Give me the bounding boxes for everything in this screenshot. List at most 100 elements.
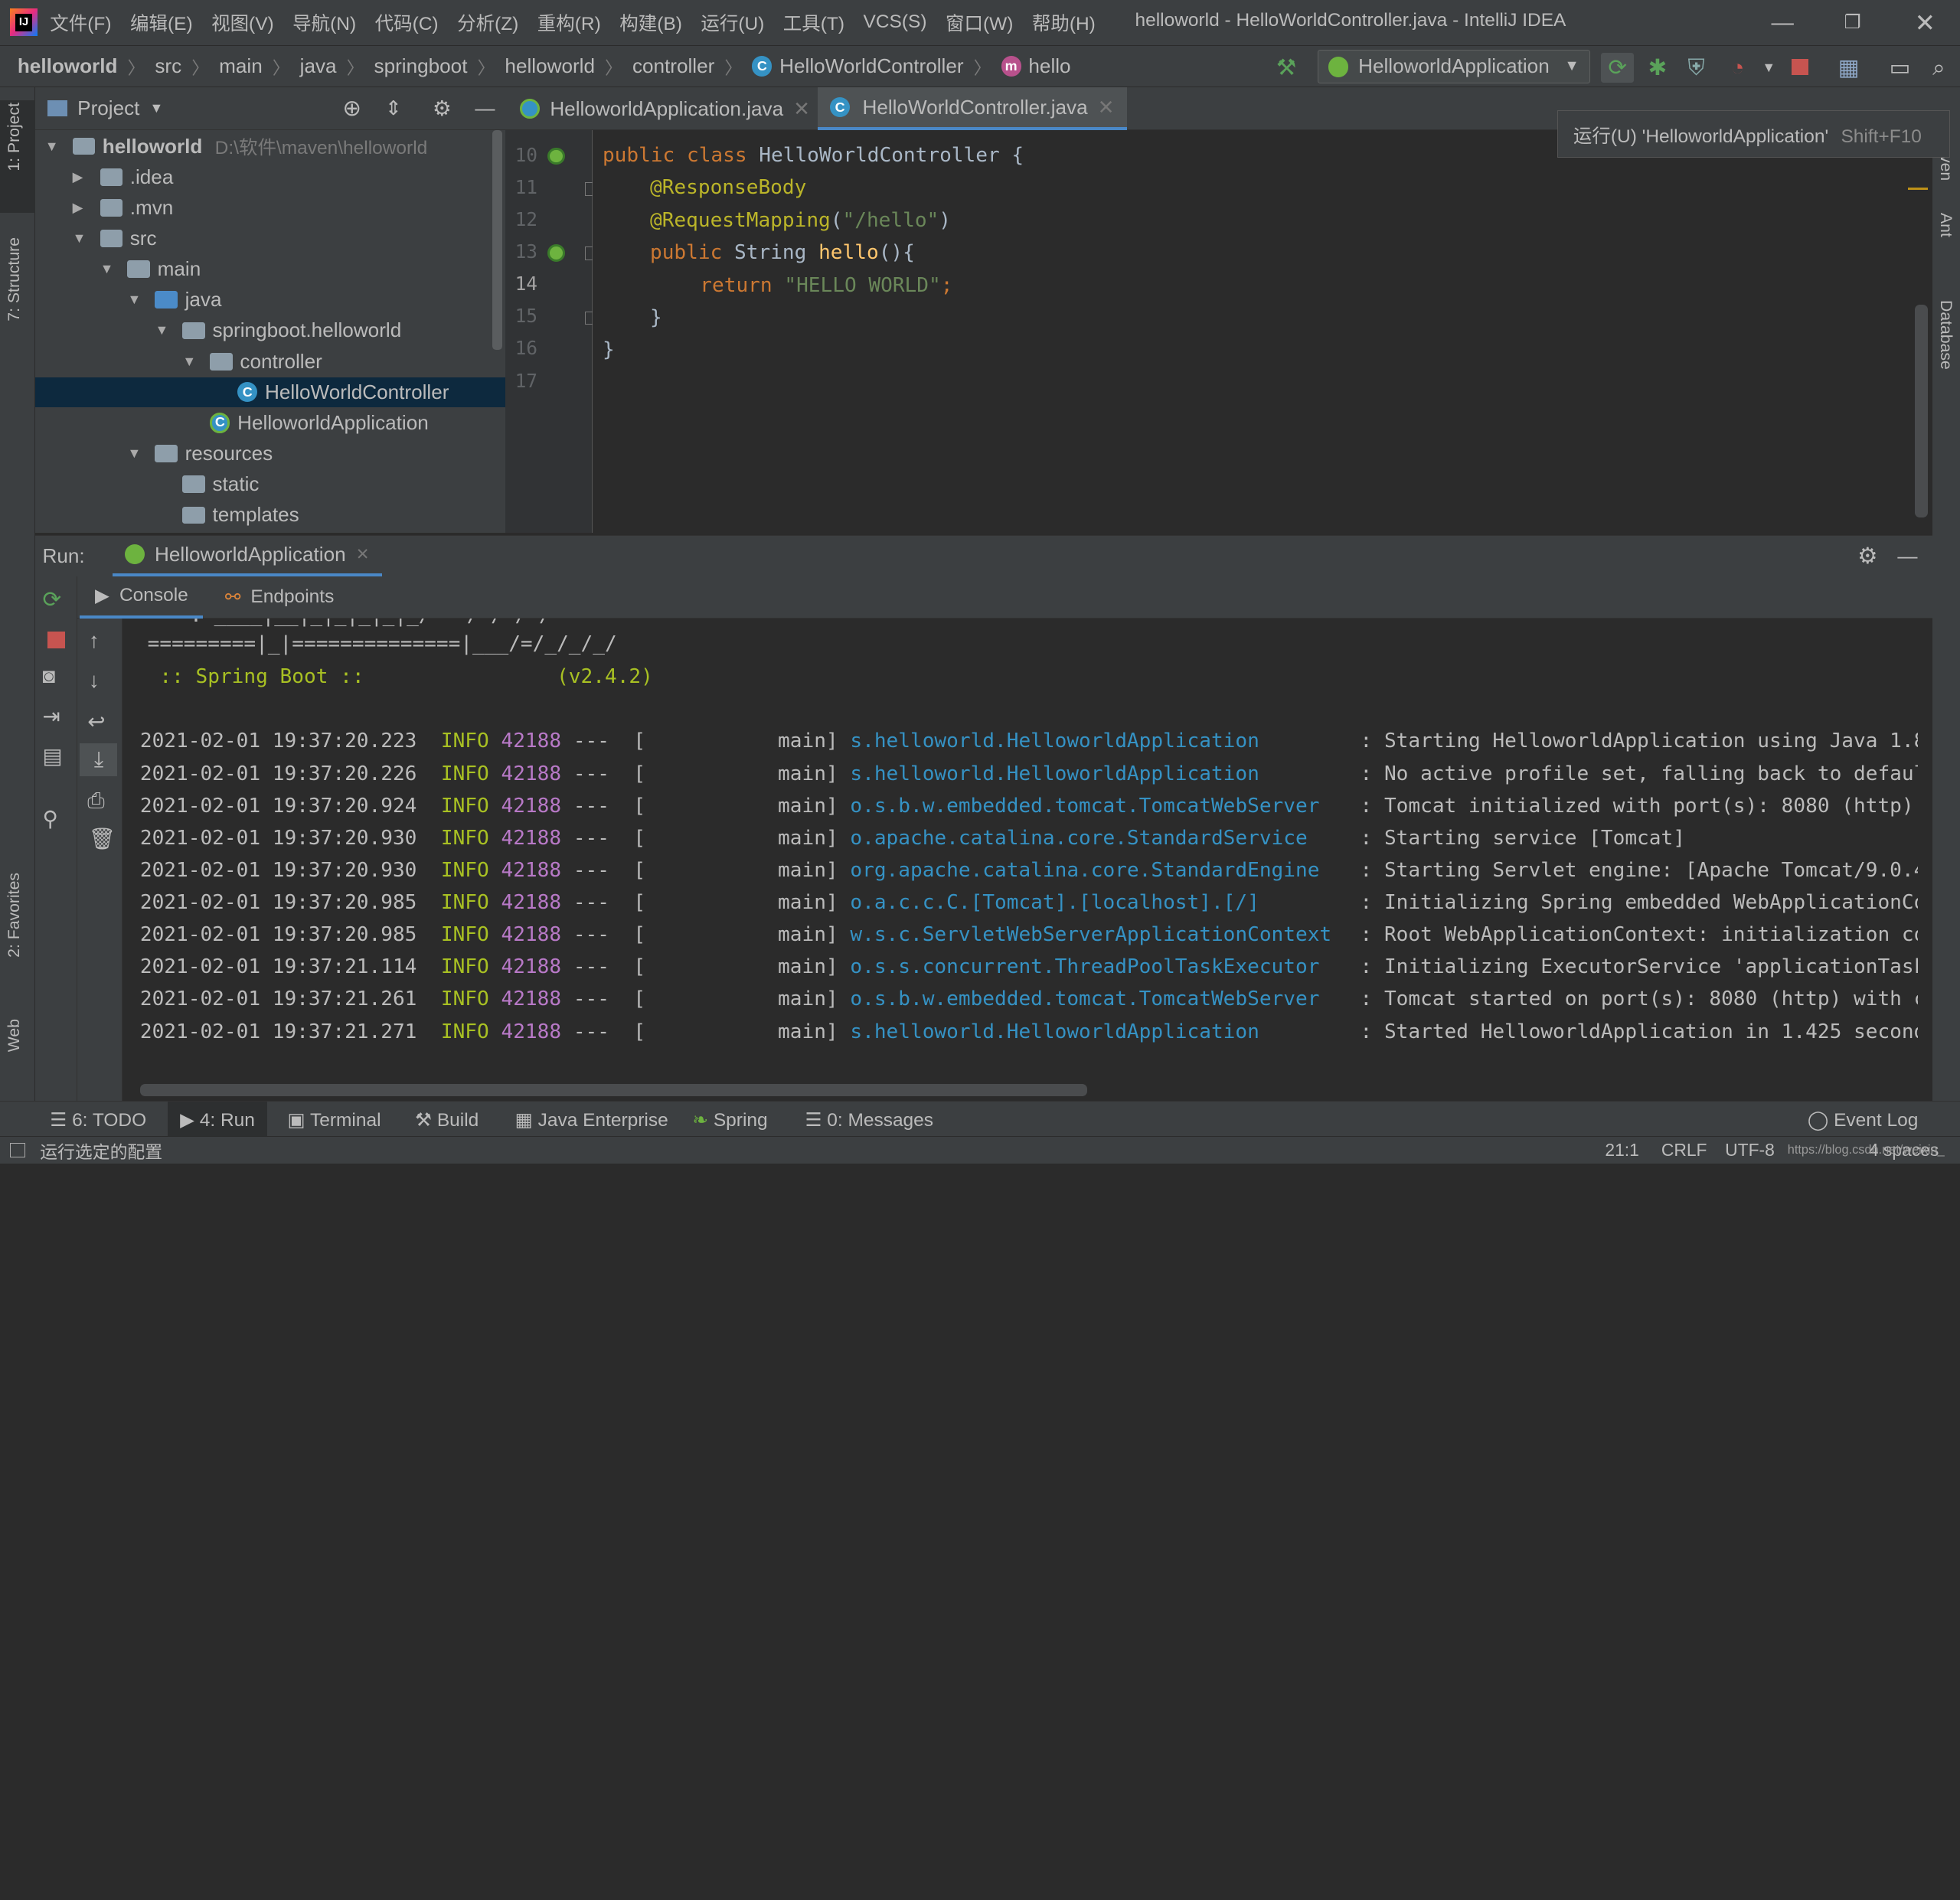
tree-node-mvn[interactable]: ▶ .mvn	[35, 193, 505, 223]
tree-node-springboot-helloworld[interactable]: ▼ springboot.helloworld	[35, 315, 505, 345]
line-separator[interactable]: CRLF	[1661, 1140, 1707, 1161]
ant-tool-tab[interactable]: Ant	[1936, 213, 1955, 237]
expand-arrow-icon[interactable]: ▼	[128, 292, 143, 308]
spring-bean-gutter-icon[interactable]	[547, 147, 565, 165]
structure-tool-tab[interactable]: 7: Structure	[5, 237, 24, 322]
tree-node-helloworld[interactable]: ▼ helloworld D:\软件\maven\helloworld	[35, 131, 505, 161]
profile-dropdown-icon[interactable]: ▼	[1753, 53, 1785, 83]
tree-scrollbar[interactable]	[492, 129, 503, 351]
menu-item-12[interactable]: 帮助(H)	[1032, 9, 1096, 36]
locate-target-icon[interactable]: ⊕	[342, 95, 361, 122]
tree-node-static[interactable]: static	[35, 469, 505, 499]
breadcrumb-item[interactable]: springboot	[374, 54, 468, 78]
hide-panel-icon[interactable]: —	[1897, 544, 1917, 568]
soft-wrap-icon[interactable]: ↩	[87, 709, 105, 734]
stop-icon[interactable]	[47, 631, 65, 649]
file-encoding[interactable]: UTF-8	[1725, 1140, 1775, 1161]
web-tool-tab[interactable]: Web	[5, 1019, 24, 1052]
tree-node-resources[interactable]: ▼ resources	[35, 439, 505, 468]
menu-item-8[interactable]: 运行(U)	[701, 9, 764, 36]
code-editor[interactable]: public class HelloWorldController { @Res…	[592, 129, 1916, 533]
tab-run[interactable]: ▶ 4: Run	[167, 1102, 268, 1138]
editor-scrollbar[interactable]	[1915, 305, 1928, 517]
restore-button[interactable]: ❐	[1828, 5, 1877, 41]
stop-icon[interactable]	[1784, 53, 1816, 83]
tab-build[interactable]: ⚒ Build	[415, 1108, 479, 1131]
menu-item-0[interactable]: 文件(F)	[50, 9, 111, 36]
tab-java-enterprise[interactable]: ▦ Java Enterprise	[515, 1108, 668, 1131]
menu-item-1[interactable]: 编辑(E)	[130, 9, 193, 36]
expand-arrow-icon[interactable]: ▼	[45, 139, 60, 155]
tab-terminal[interactable]: ▣ Terminal	[288, 1108, 381, 1131]
gear-icon[interactable]: ⚙	[433, 96, 452, 121]
breadcrumb-method[interactable]: hello	[1028, 54, 1070, 78]
breadcrumb-item[interactable]: controller	[632, 54, 714, 78]
rerun-icon[interactable]: ⟳	[1601, 52, 1634, 83]
expand-arrow-icon[interactable]: ▼	[128, 446, 143, 462]
layout-icon[interactable]: ▤	[42, 743, 62, 769]
minimize-button[interactable]: —	[1758, 5, 1808, 41]
tree-node-java[interactable]: ▼ java	[35, 285, 505, 315]
project-structure-icon[interactable]: ▦	[1833, 53, 1865, 83]
breadcrumb-root[interactable]: helloworld	[18, 54, 118, 78]
pin-icon[interactable]: ⚲	[42, 806, 57, 831]
tab-endpoints[interactable]: ⚯ Endpoints	[223, 576, 337, 619]
rerun-icon[interactable]: ⟳	[42, 586, 61, 613]
menu-item-5[interactable]: 分析(Z)	[457, 9, 518, 36]
database-tool-tab[interactable]: Database	[1936, 300, 1955, 370]
close-tab-icon[interactable]: ✕	[356, 545, 370, 564]
expand-arrow-icon[interactable]: ▶	[73, 169, 88, 185]
close-window-button[interactable]: ✕	[1900, 5, 1950, 41]
breadcrumb-item[interactable]: java	[300, 54, 337, 78]
close-tab-icon[interactable]: ✕	[1098, 96, 1115, 119]
cursor-position[interactable]: 21:1	[1605, 1140, 1638, 1161]
menu-item-6[interactable]: 重构(R)	[537, 9, 601, 36]
console-h-scrollbar[interactable]	[139, 1083, 1088, 1096]
down-arrow-icon[interactable]: ↓	[89, 668, 100, 693]
tree-node-controller[interactable]: ▼ controller	[35, 347, 505, 377]
expand-arrow-icon[interactable]: ▼	[155, 322, 170, 338]
hide-panel-icon[interactable]: —	[475, 96, 495, 120]
tab-helloworld-controller[interactable]: C HelloWorldController.java ✕	[817, 87, 1127, 130]
menu-item-10[interactable]: VCS(S)	[864, 11, 927, 33]
tree-node-helloworldcontroller[interactable]: C HelloWorldController	[34, 377, 505, 407]
expand-arrow-icon[interactable]: ▼	[73, 230, 88, 246]
tab-spring[interactable]: ❧ Spring	[693, 1108, 768, 1131]
trash-icon[interactable]: 🗑	[89, 826, 116, 851]
menu-item-9[interactable]: 工具(T)	[783, 9, 844, 36]
tree-node-main[interactable]: ▼ main	[35, 254, 505, 284]
maven-tool-tab[interactable]: ven	[1936, 155, 1955, 181]
debug-bug-icon[interactable]: ✱	[1642, 53, 1674, 83]
coverage-shield-icon[interactable]: ⛨	[1680, 53, 1712, 83]
run-config-tab[interactable]: HelloworldApplication ✕	[112, 535, 382, 577]
scroll-to-end-icon[interactable]: ⤓	[80, 743, 118, 776]
expand-arrow-icon[interactable]: ▼	[100, 261, 116, 277]
console-output[interactable]: . ____|__|_|_|_|_|_/ ' / / / / =========…	[122, 619, 1918, 1084]
profile-icon[interactable]: ◔	[1721, 53, 1753, 83]
status-toggle-icon[interactable]	[10, 1142, 25, 1158]
menu-item-7[interactable]: 构建(B)	[619, 9, 682, 36]
collapse-all-icon[interactable]: ⇕	[385, 96, 402, 120]
menu-item-4[interactable]: 代码(C)	[375, 9, 439, 36]
favorites-tool-tab[interactable]: 2: Favorites	[5, 873, 24, 958]
menu-item-3[interactable]: 导航(N)	[292, 9, 356, 36]
gear-icon[interactable]: ⚙	[1857, 543, 1877, 570]
tree-node-helloworldapplication[interactable]: C HelloworldApplication	[35, 408, 505, 438]
tab-console[interactable]: ▶ Console	[80, 576, 204, 619]
project-tool-tab[interactable]: 1: Project	[5, 103, 24, 171]
project-view-selector[interactable]: Project	[77, 96, 139, 120]
close-tab-icon[interactable]: ✕	[793, 97, 810, 121]
menu-item-2[interactable]: 视图(V)	[211, 9, 274, 36]
chevron-down-icon[interactable]: ▼	[149, 100, 163, 116]
breadcrumb-class[interactable]: HelloWorldController	[779, 54, 963, 78]
run-config-dropdown[interactable]: HelloworldApplication ▼	[1317, 50, 1590, 84]
expand-arrow-icon[interactable]: ▶	[73, 200, 88, 216]
exit-icon[interactable]: ⇥	[42, 704, 60, 729]
tab-messages[interactable]: ☰ 0: Messages	[805, 1108, 933, 1131]
tab-todo[interactable]: ☰ 6: TODO	[50, 1108, 146, 1131]
search-icon[interactable]: ⌕	[1922, 53, 1955, 83]
menu-item-11[interactable]: 窗口(W)	[946, 9, 1013, 36]
print-icon[interactable]: ⎙	[87, 788, 104, 814]
expand-arrow-icon[interactable]: ▼	[182, 354, 198, 370]
breadcrumb-item[interactable]: helloworld	[505, 54, 595, 78]
